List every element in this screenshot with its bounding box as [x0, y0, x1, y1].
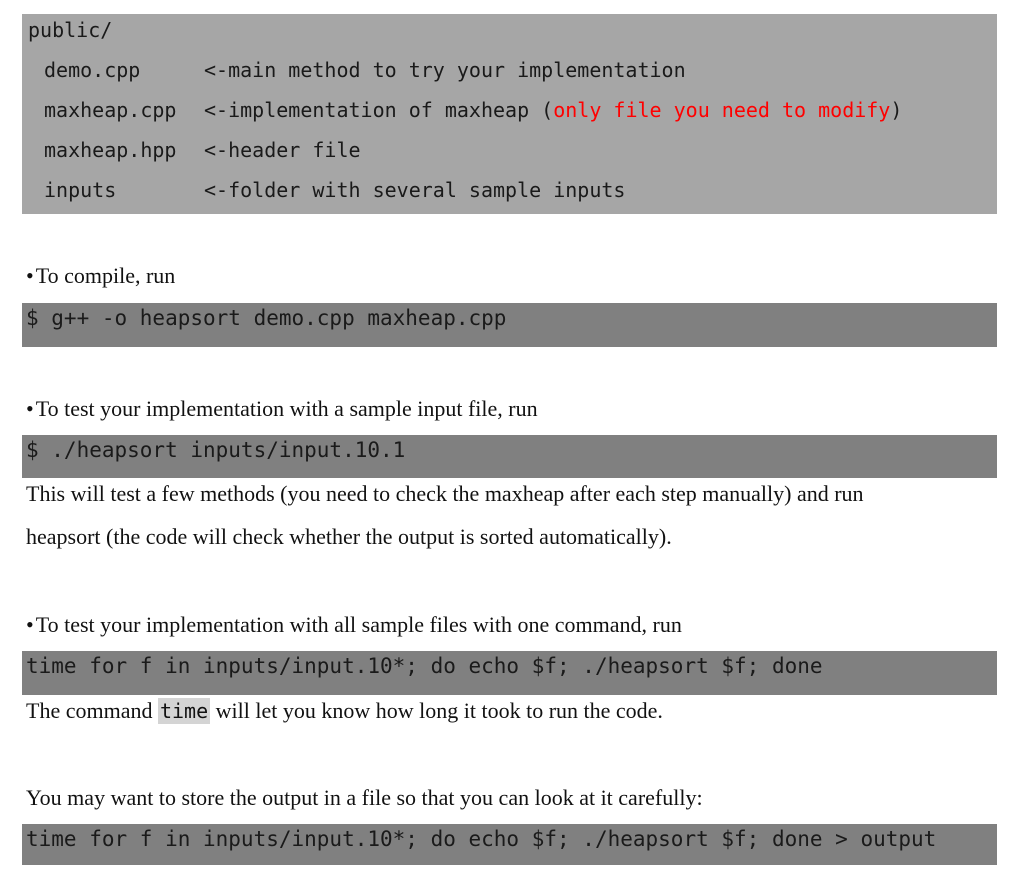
listing-directory: public/ — [28, 18, 113, 42]
listing-description-highlight: only file you need to modify — [553, 98, 891, 122]
listing-filename: maxheap.hpp — [44, 138, 177, 162]
listing-description: <-folder with several sample inputs — [204, 178, 626, 202]
test-single-command: $ ./heapsort inputs/input.10.1 — [26, 438, 406, 462]
bullet: • — [26, 612, 34, 637]
test-all-note-end: will let you know how long it took to ru… — [210, 698, 663, 723]
test-single-note-line: This will test a few methods (you need t… — [26, 481, 864, 506]
test-all-command: time for f in inputs/input.10*; do echo … — [26, 654, 823, 678]
listing-description: <-main method to try your implementation — [204, 58, 686, 82]
test-single-text: To test your implementation with a sampl… — [35, 396, 538, 421]
test-all-note: The command time will let you know how l… — [26, 698, 663, 724]
inline-code-time: time — [157, 698, 211, 724]
listing-description-start: <-implementation of maxheap ( — [204, 98, 554, 122]
compile-command-block: $ g++ -o heapsort demo.cpp maxheap.cpp — [22, 303, 997, 347]
compile-instruction: •To compile, run — [26, 263, 175, 289]
store-output-command-block: time for f in inputs/input.10*; do echo … — [22, 824, 997, 865]
listing-filename: maxheap.cpp — [44, 98, 177, 122]
bullet: • — [26, 396, 34, 421]
test-all-instruction: •To test your implementation with all sa… — [26, 612, 682, 638]
listing-description: <-header file — [204, 138, 361, 162]
listing-description-end: ) — [890, 98, 903, 122]
listing-description: <-implementation of maxheap (only file y… — [204, 98, 902, 122]
compile-text: To compile, run — [35, 263, 176, 288]
test-all-text: To test your implementation with all sam… — [35, 612, 682, 637]
compile-command: $ g++ -o heapsort demo.cpp maxheap.cpp — [26, 306, 507, 330]
test-all-command-block: time for f in inputs/input.10*; do echo … — [22, 651, 997, 695]
store-output-instruction: You may want to store the output in a fi… — [26, 785, 703, 810]
listing-filename: inputs — [44, 178, 117, 202]
file-listing-block: public/ demo.cpp <-main method to try yo… — [22, 14, 997, 214]
test-all-note-start: The command — [26, 698, 158, 723]
test-single-instruction: •To test your implementation with a samp… — [26, 396, 538, 422]
test-single-command-block: $ ./heapsort inputs/input.10.1 — [22, 435, 997, 478]
bullet: • — [26, 263, 34, 288]
store-output-command: time for f in inputs/input.10*; do echo … — [26, 827, 937, 851]
listing-filename: demo.cpp — [44, 58, 141, 82]
test-single-note-line: heapsort (the code will check whether th… — [26, 524, 672, 549]
